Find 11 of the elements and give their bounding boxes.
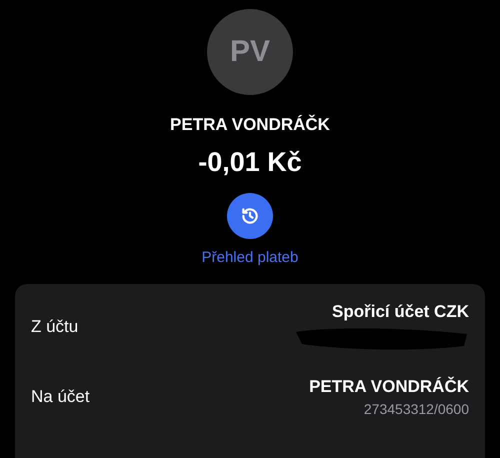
history-link[interactable]: Přehled plateb <box>202 249 298 266</box>
detail-value: Spořicí účet CZK <box>332 302 469 322</box>
detail-label: Na účet <box>31 387 90 407</box>
account-number: 273453312/0600 <box>364 401 469 417</box>
avatar: PV <box>207 9 293 95</box>
detail-label: Z účtu <box>31 317 78 337</box>
detail-value: PETRA VONDRÁČK <box>309 377 469 397</box>
contact-name: PETRA VONDRÁČK <box>170 115 330 135</box>
amount: -0,01 Kč <box>198 147 302 178</box>
history-icon <box>240 206 260 226</box>
history-button[interactable] <box>227 193 273 239</box>
